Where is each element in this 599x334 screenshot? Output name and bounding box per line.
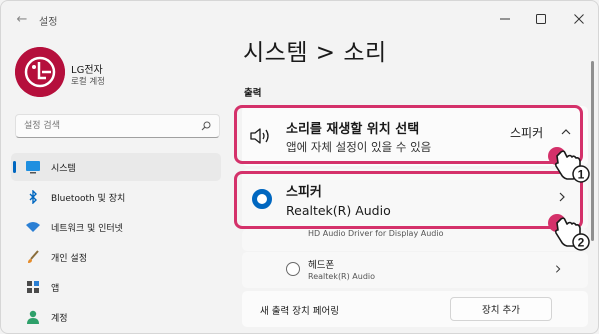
radio-unselected[interactable] [286, 262, 300, 276]
pair-new-device-row: 새 출력 장치 페어링 장치 추가 [242, 291, 588, 327]
sidebar-item-label: Bluetooth 및 장치 [51, 194, 126, 204]
minimize-button[interactable] [493, 9, 517, 29]
device-row-display-audio[interactable]: HD Audio Driver for Display Audio [242, 229, 588, 251]
lg-logo-icon [15, 47, 65, 97]
sidebar-item-system[interactable]: 시스템 [11, 153, 221, 181]
sidebar-item-label: 계정 [51, 314, 68, 324]
sidebar-item-label: 개인 설정 [51, 254, 87, 264]
brush-icon [28, 250, 39, 263]
highlight-box-step-1 [234, 105, 583, 164]
chevron-right-icon[interactable] [553, 264, 563, 274]
sidebar-item-personalization[interactable]: 개인 설정 [11, 243, 221, 271]
account-icon [27, 310, 39, 324]
sidebar-item-label: 시스템 [51, 164, 76, 174]
search-icon [201, 121, 211, 131]
active-indicator [13, 161, 16, 173]
app-title: 설정 [39, 17, 58, 28]
page-title: 시스템 > 소리 [243, 40, 387, 66]
search-input[interactable] [24, 118, 194, 134]
scrollbar[interactable] [591, 61, 594, 241]
device-detail: HD Audio Driver for Display Audio [308, 229, 444, 238]
sidebar-item-apps[interactable]: 앱 [11, 273, 221, 301]
step-number-1: 1 [578, 168, 585, 182]
section-label-output: 출력 [244, 88, 262, 99]
sidebar-item-bluetooth[interactable]: Bluetooth 및 장치 [11, 183, 221, 211]
wifi-icon [26, 222, 40, 232]
sidebar-item-accounts[interactable]: 계정 [11, 303, 221, 331]
add-device-button[interactable]: 장치 추가 [450, 297, 552, 321]
pointer-hand-icon: 2 [548, 214, 590, 251]
sidebar-item-label: 네트워크 및 인터넷 [51, 224, 123, 234]
step-number-2: 2 [578, 236, 585, 250]
pointer-hand-icon: 1 [548, 147, 590, 183]
close-icon [574, 14, 584, 24]
user-profile[interactable]: LG전자 로컬 계정 [15, 47, 215, 103]
pair-label: 새 출력 장치 페어링 [260, 306, 339, 317]
device-name: 헤드폰 [308, 260, 335, 271]
highlight-box-step-2 [234, 171, 583, 229]
back-button[interactable]: ← [13, 11, 31, 29]
sidebar-nav: 시스템 Bluetooth 및 장치 네트워크 및 인터넷 개인 설정 앱 계정 [11, 153, 223, 333]
settings-window: ← 설정 LG전자 로컬 계정 설정 검색 시스템 Bluetooth 및 장치… [0, 0, 599, 334]
apps-icon [27, 281, 39, 293]
profile-account-type: 로컬 계정 [71, 77, 105, 87]
profile-name: LG전자 [71, 65, 103, 76]
bluetooth-icon [29, 190, 37, 204]
maximize-icon [536, 14, 546, 24]
monitor-icon [26, 161, 40, 174]
maximize-button[interactable] [529, 9, 553, 29]
minimize-icon [500, 18, 510, 20]
device-detail: Realtek(R) Audio [308, 272, 376, 281]
sidebar-item-label: 앱 [51, 284, 60, 294]
close-button[interactable] [567, 9, 591, 29]
device-row-headphones[interactable]: 헤드폰 Realtek(R) Audio [242, 252, 588, 288]
sidebar-item-network[interactable]: 네트워크 및 인터넷 [11, 213, 221, 241]
search-box[interactable] [15, 114, 220, 138]
avatar [15, 47, 65, 97]
